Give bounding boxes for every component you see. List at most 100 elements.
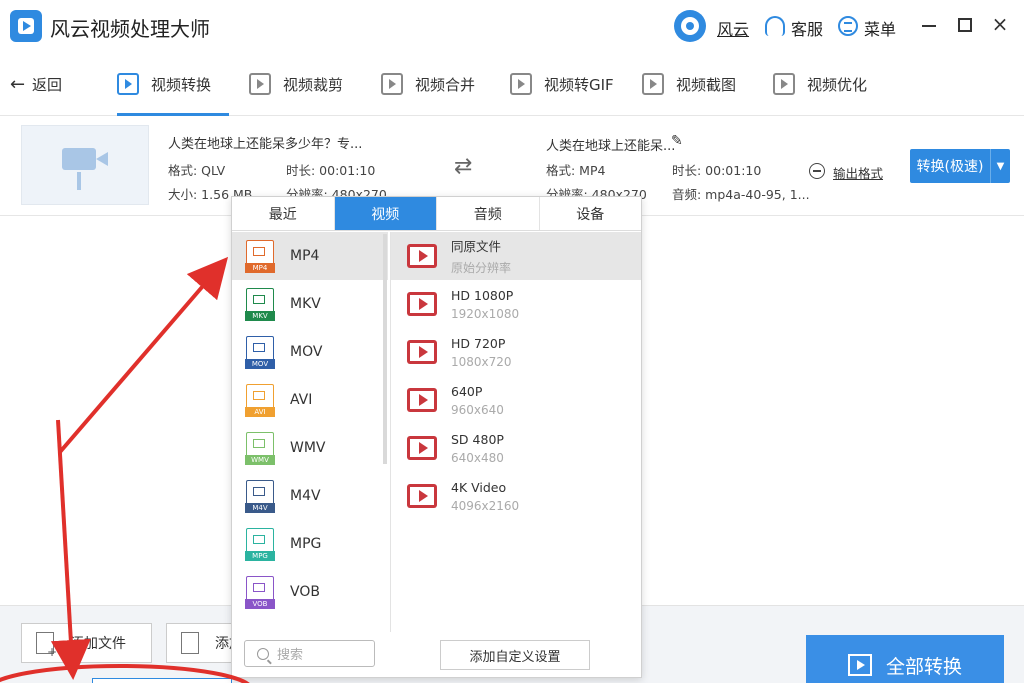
vob-file-icon: VOB [245,576,275,609]
source-duration: 时长: 00:01:10 [286,163,376,178]
format-list: MP4 MP4 MKV MKV MOV MOV AVI AVI WMV WMV … [232,232,388,632]
preset-resolution: 960x640 [451,402,504,417]
video-file-icon [407,292,437,316]
preset-name: SD 480P [451,431,504,447]
video-file-icon [407,388,437,412]
video-file-icon [407,244,437,268]
preset-item[interactable]: HD 1080P 1920x1080 [391,280,641,328]
edit-icon[interactable]: ✎ [671,133,683,149]
tab-label: 视频优化 [807,75,868,94]
format-label: VOB [290,584,320,600]
format-item-wmv[interactable]: WMV WMV [232,424,388,472]
format-category-tabs: 最近 视频 音频 设备 [232,197,641,231]
minimize-button[interactable] [922,25,936,27]
tab-audio[interactable]: 音频 [437,197,540,230]
camera-tripod [77,172,81,190]
source-file-name: 人类在地球上还能呆多少年？专... [168,137,363,152]
format-label: MPG [290,536,322,552]
format-label: MP4 [290,248,320,264]
camera-lens [96,152,108,166]
maximize-button[interactable] [958,18,972,32]
add-file-icon [36,632,57,659]
tab-video-convert[interactable]: 视频转换 [117,52,229,116]
title-bar: 风云视频处理大师 风云 客服 菜单 × [0,0,1024,52]
convert-dropdown-button[interactable]: ▼ [990,149,1010,183]
preset-resolution: 1080x720 [451,354,512,369]
format-item-avi[interactable]: AVI AVI [232,376,388,424]
back-label: 返回 [32,76,63,94]
avi-file-icon: AVI [245,384,275,417]
video-crop-icon [249,73,271,95]
output-format-icon[interactable] [809,163,825,179]
preset-item[interactable]: 同原文件 原始分辨率 [391,232,641,280]
menu-icon[interactable] [838,16,858,36]
tab-recent[interactable]: 最近 [232,197,335,230]
video-camera-icon [62,148,96,170]
play-icon [847,654,872,676]
format-item-m4v[interactable]: M4V M4V [232,472,388,520]
tab-video-to-gif[interactable]: 视频转GIF [510,52,614,116]
headset-icon[interactable] [765,16,785,36]
back-button[interactable]: ← 返回 [10,74,62,95]
format-item-mp4[interactable]: MP4 MP4 [232,232,388,280]
tab-video-optimize[interactable]: 视频优化 [773,52,867,116]
convert-fast-button[interactable]: 转换(极速) [910,149,990,183]
preset-name: HD 1080P [451,287,514,303]
user-avatar-icon[interactable] [674,10,706,42]
tab-label: 视频合并 [415,75,476,94]
user-name-link[interactable]: 风云 [717,16,749,40]
format-search-input[interactable]: 搜索 [244,640,375,667]
tab-video-merge[interactable]: 视频合并 [381,52,475,116]
format-item-vob[interactable]: VOB VOB [232,568,388,616]
preset-item[interactable]: HD 720P 1080x720 [391,328,641,376]
m4v-file-icon: M4V [245,480,275,513]
preset-name: 640P [451,383,483,399]
add-file-label: 添加文件 [70,636,126,652]
output-path-input[interactable] [92,678,232,683]
preset-resolution: 640x480 [451,450,504,465]
customer-service-button[interactable]: 客服 [791,16,823,40]
format-label: WMV [290,440,326,456]
menu-button[interactable]: 菜单 [864,16,896,40]
video-thumbnail [21,125,149,205]
tab-video[interactable]: 视频 [334,197,437,230]
preset-name: HD 720P [451,335,506,351]
format-item-mkv[interactable]: MKV MKV [232,280,388,328]
format-item-mpg[interactable]: MPG MPG [232,520,388,568]
format-label: AVI [290,392,313,408]
preset-name: 4K Video [451,479,507,495]
tab-video-crop[interactable]: 视频裁剪 [249,52,343,116]
convert-all-button[interactable]: 全部转换 [806,635,1004,683]
tab-label: 视频转GIF [544,75,614,94]
tab-device[interactable]: 设备 [540,197,642,230]
preset-resolution: 4096x2160 [451,498,520,513]
source-format: 格式: QLV [168,163,226,178]
output-format-link[interactable]: 输出格式 [833,163,883,182]
format-label: MOV [290,344,323,360]
preset-item[interactable]: 4K Video 4096x2160 [391,472,641,520]
preset-item[interactable]: SD 480P 640x480 [391,424,641,472]
tab-video-screenshot[interactable]: 视频截图 [642,52,736,116]
video-file-icon [407,484,437,508]
shuffle-icon: ⇄ [454,154,473,179]
format-popup: 最近 视频 音频 设备 MP4 MP4 MKV MKV MOV MOV AVI … [231,196,642,678]
app-title: 风云视频处理大师 [50,17,210,41]
close-button[interactable]: × [990,14,1010,34]
format-item-mov[interactable]: MOV MOV [232,328,388,376]
mkv-file-icon: MKV [245,288,275,321]
mov-file-icon: MOV [245,336,275,369]
add-custom-setting-button[interactable]: 添加自定义设置 [440,640,590,670]
arrow-left-icon: ← [10,74,26,95]
add-folder-icon [181,632,199,654]
add-file-button[interactable]: 添加文件 [21,623,152,663]
convert-all-label: 全部转换 [885,655,962,678]
format-list-scrollbar[interactable] [383,234,387,464]
preset-item[interactable]: 640P 960x640 [391,376,641,424]
preset-list: 同原文件 原始分辨率 HD 1080P 1920x1080 HD 720P 1080x… [390,232,641,632]
tab-label: 视频转换 [151,75,212,94]
preset-resolution: 原始分辨率 [451,261,512,275]
output-format: 格式: MP4 [546,163,606,178]
output-duration: 时长: 00:01:10 [672,163,762,178]
video-convert-icon [117,73,139,95]
image-icon [642,73,664,95]
